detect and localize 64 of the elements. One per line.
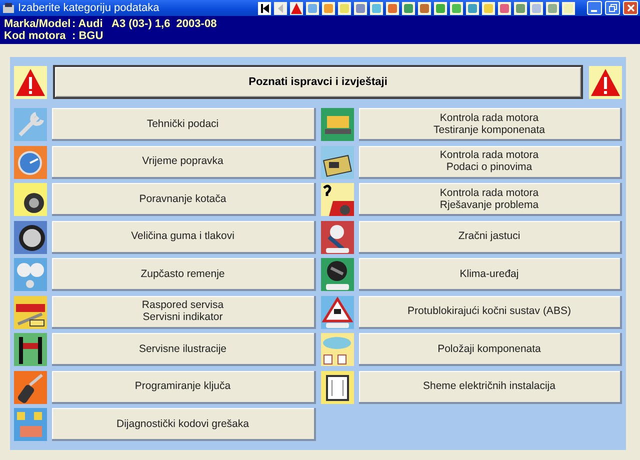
info-label: Kod motora xyxy=(4,30,67,42)
category-button[interactable]: Vrijeme popravka xyxy=(52,146,316,179)
road-sign-icon[interactable] xyxy=(320,296,354,329)
multimeter-icon[interactable] xyxy=(320,146,354,179)
wiring-diagram-icon[interactable] xyxy=(320,370,354,404)
wheel-icon[interactable] xyxy=(14,183,47,216)
toolbar-icon[interactable] xyxy=(354,2,367,14)
close-button[interactable] xyxy=(623,1,638,15)
window-title: Izaberite kategoriju podataka xyxy=(18,2,160,14)
warning-icon[interactable] xyxy=(589,66,622,98)
category-button[interactable]: Položaji komponenata xyxy=(358,333,622,366)
toolbar-icon[interactable] xyxy=(418,2,431,14)
warning-icon[interactable] xyxy=(290,2,303,14)
service-car-icon[interactable] xyxy=(14,296,47,329)
toolbar-icon[interactable] xyxy=(322,2,335,14)
category-button[interactable]: Tehnički podaci xyxy=(52,108,316,142)
key-fob-icon[interactable] xyxy=(14,370,47,404)
toolbar-icon[interactable] xyxy=(306,2,319,14)
toolbar-icon[interactable] xyxy=(370,2,383,14)
component-map-icon[interactable] xyxy=(320,333,354,366)
category-button[interactable]: Programiranje ključa xyxy=(52,370,316,404)
toolbar-icon[interactable] xyxy=(514,2,527,14)
category-button[interactable]: Kontrola rada motora Rješavanje problema xyxy=(358,183,622,216)
toolbar-icon[interactable] xyxy=(466,2,479,14)
toolbar-icon[interactable] xyxy=(402,2,415,14)
restore-button[interactable] xyxy=(605,1,620,15)
category-button[interactable]: Zupčasto remenje xyxy=(52,258,316,292)
info-label: Marka/Model xyxy=(4,18,72,30)
toolbar-icon[interactable] xyxy=(546,2,559,14)
warning-icon[interactable] xyxy=(14,66,47,98)
toolbar-icon[interactable] xyxy=(562,2,575,14)
car-question-icon[interactable] xyxy=(320,183,354,216)
category-button[interactable]: Raspored servisa Servisni indikator xyxy=(52,296,316,329)
category-button[interactable]: Dijagnostički kodovi grešaka xyxy=(52,408,316,442)
dial-icon[interactable] xyxy=(320,258,354,292)
toolbar-icon[interactable] xyxy=(482,2,495,14)
back-icon[interactable] xyxy=(274,2,287,14)
category-button[interactable]: Kontrola rada motora Testiranje komponenata xyxy=(358,108,622,142)
toolbar-icon[interactable] xyxy=(434,2,447,14)
car-lift-icon[interactable] xyxy=(14,333,47,366)
category-button[interactable]: Sheme električnih instalacija xyxy=(358,370,622,404)
close-icon xyxy=(626,4,634,12)
toolbar-icon[interactable] xyxy=(530,2,543,14)
app-icon xyxy=(2,2,15,14)
first-record-icon[interactable] xyxy=(258,2,271,14)
category-button[interactable]: Klima-uređaj xyxy=(358,258,622,292)
toolbar-icon[interactable] xyxy=(450,2,463,14)
tire-icon[interactable] xyxy=(14,220,47,254)
category-button[interactable]: Veličina guma i tlakovi xyxy=(52,220,316,254)
toolbar-icon[interactable] xyxy=(498,2,511,14)
category-button[interactable]: Protublokirajući kočni sustav (ABS) xyxy=(358,296,622,329)
toolbar-icon[interactable] xyxy=(386,2,399,14)
category-button[interactable]: Servisne ilustracije xyxy=(52,333,316,366)
category-button[interactable]: Zračni jastuci xyxy=(358,220,622,254)
minimize-button[interactable] xyxy=(587,1,602,15)
airbag-icon[interactable] xyxy=(320,220,354,254)
restore-icon xyxy=(608,4,616,12)
engine-module-icon[interactable] xyxy=(320,108,354,142)
category-button[interactable]: Kontrola rada motora Podaci o pinovima xyxy=(358,146,622,179)
info-value: : BGU xyxy=(72,30,104,42)
info-value: : Audi A3 (03-) 1,6 2003-08 xyxy=(72,18,217,30)
category-button[interactable]: Poravnanje kotača xyxy=(52,183,316,216)
toolbar-icon[interactable] xyxy=(338,2,351,14)
known-fixes-button[interactable]: Poznati ispravci i izvještaji xyxy=(53,65,583,99)
